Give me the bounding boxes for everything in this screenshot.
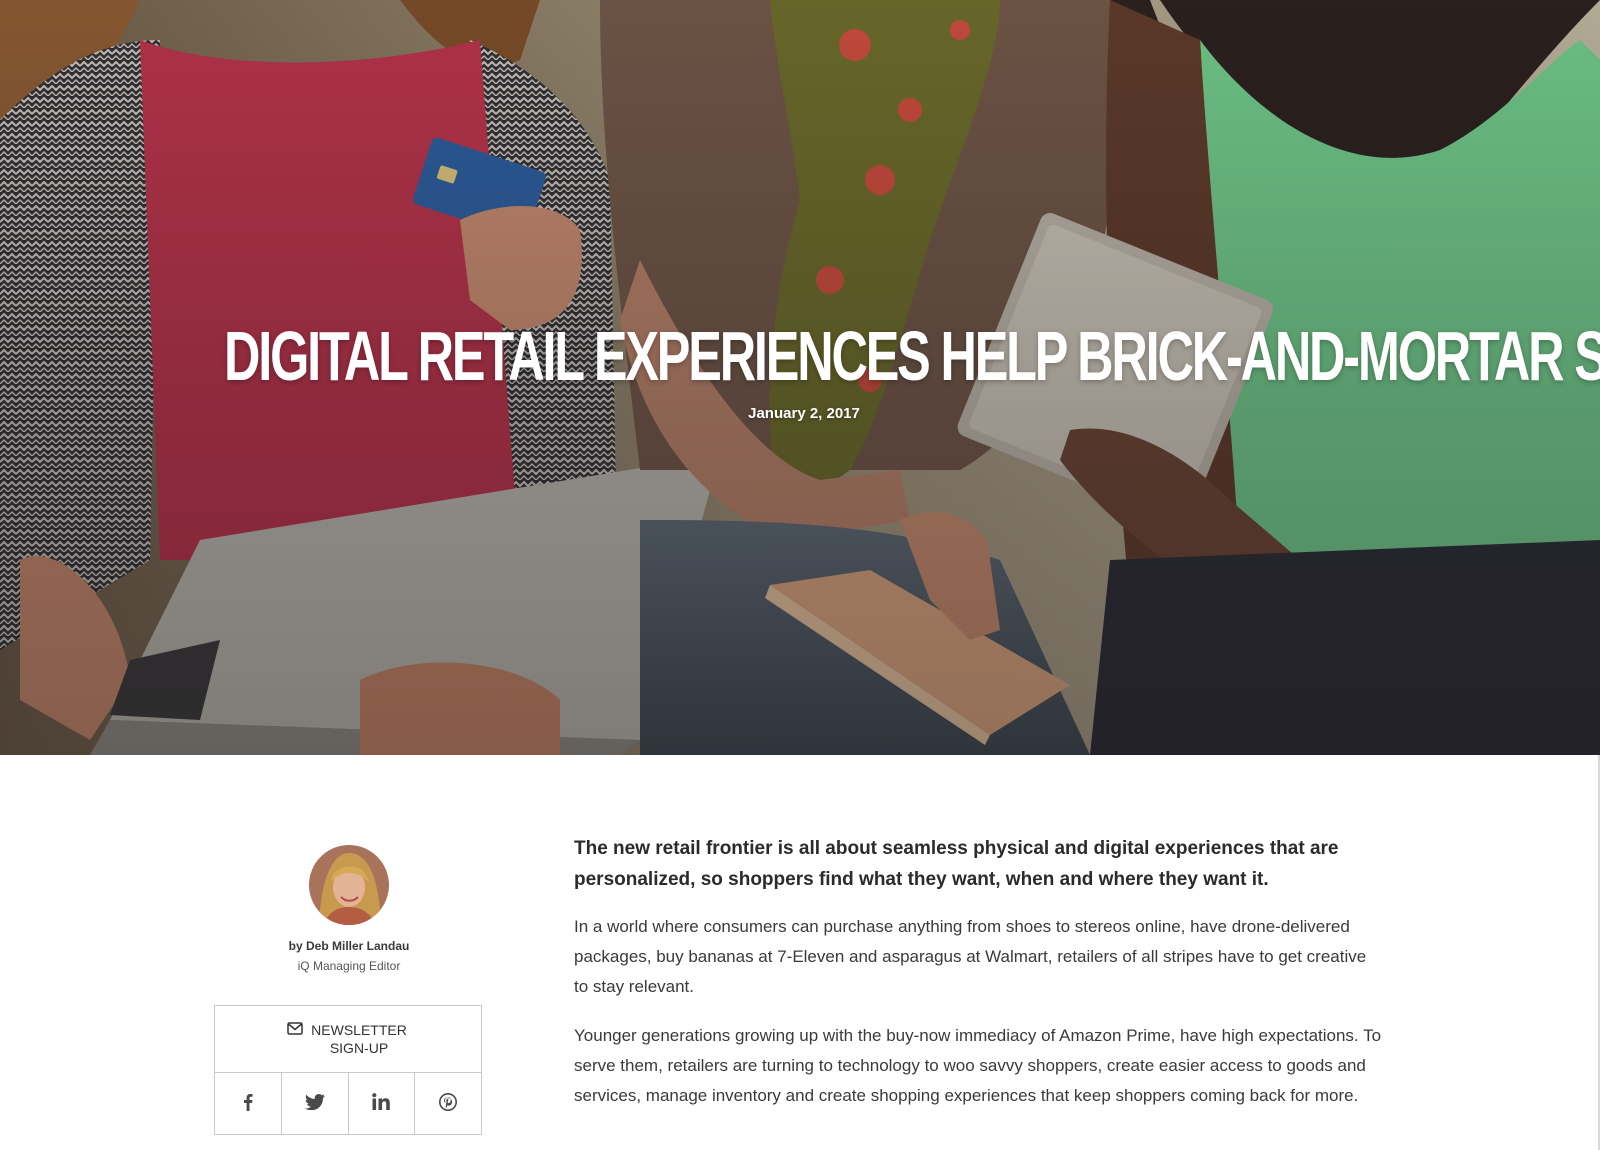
article-paragraph: Younger generations growing up with the … [574,1026,1382,1105]
author-role: iQ Managing Editor [297,959,401,973]
newsletter-signup-button[interactable]: NEWSLETTER SIGN-UP [214,1005,482,1073]
share-pinterest-button[interactable] [415,1073,481,1134]
publish-date: January 2, 2017 [748,405,860,422]
share-twitter-button[interactable] [282,1073,349,1134]
share-facebook-button[interactable] [215,1073,282,1134]
avatar[interactable] [309,845,389,925]
linkedin-icon [372,1093,391,1114]
page-title: DIGITAL RETAIL EXPERIENCES HELP BRICK-AN… [224,317,1600,395]
article-lede: The new retail frontier is all about sea… [574,838,1339,890]
author-block: by Deb Miller Landau iQ Managing Editor [214,845,484,973]
pinterest-icon [439,1092,458,1115]
hero-banner: DIGITAL RETAIL EXPERIENCES HELP BRICK-AN… [0,0,1600,755]
newsletter-label-line1: NEWSLETTER [311,1022,407,1038]
newsletter-label-line2: SIGN-UP [329,1040,389,1056]
facebook-icon [243,1093,253,1115]
share-linkedin-button[interactable] [349,1073,416,1134]
article-body: The new retail frontier is all about sea… [574,833,1384,1111]
twitter-icon [304,1093,325,1114]
author-name[interactable]: by Deb Miller Landau [214,939,484,953]
article-paragraph: In a world where consumers can purchase … [574,917,1367,996]
envelope-icon [287,1022,303,1038]
social-share-bar [214,1073,482,1135]
